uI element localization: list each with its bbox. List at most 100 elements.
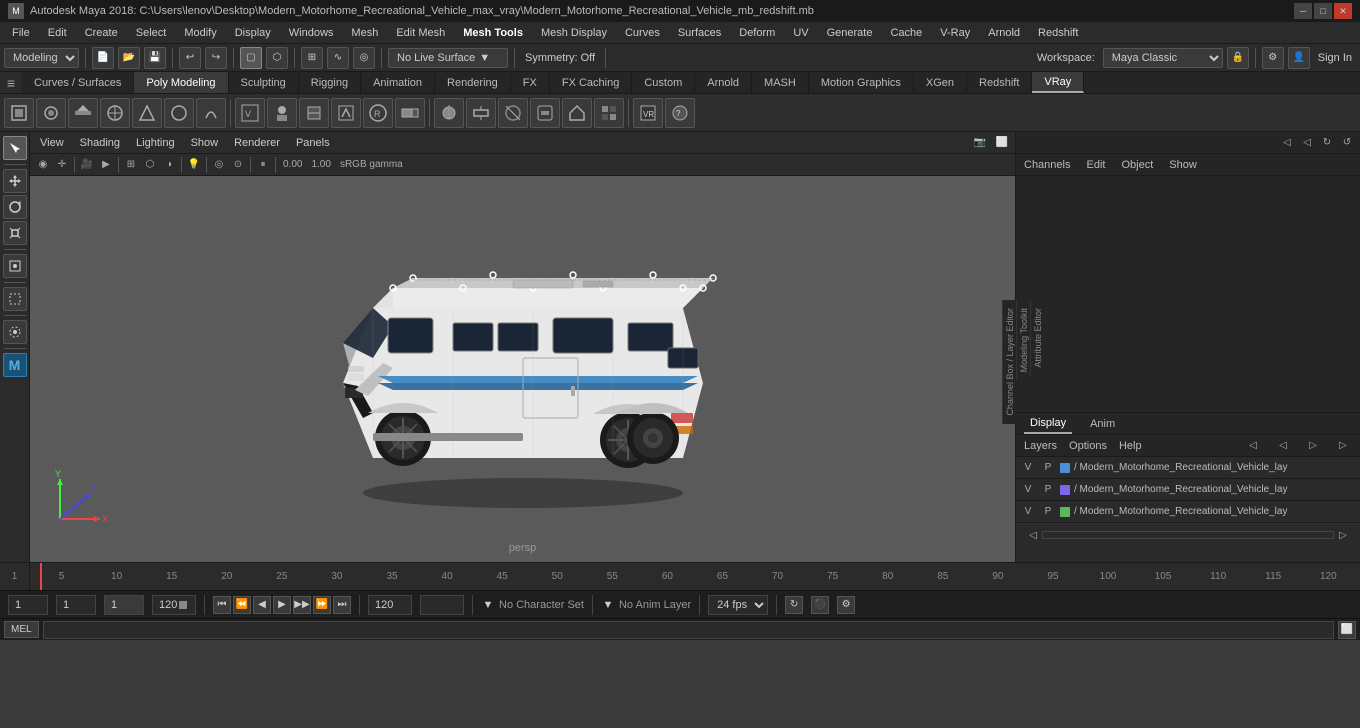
tab-curves-surfaces[interactable]: Curves / Surfaces [22,72,134,93]
menu-modify[interactable]: Modify [176,25,224,41]
menu-mesh[interactable]: Mesh [343,25,386,41]
layers-nav-prev2[interactable]: ◁ [1274,437,1292,455]
tab-vray[interactable]: VRay [1032,72,1084,93]
tab-rigging[interactable]: Rigging [299,72,361,93]
tab-fx[interactable]: FX [511,72,550,93]
tab-animation[interactable]: Animation [361,72,435,93]
menu-redshift[interactable]: Redshift [1030,25,1086,41]
layer-3-pickable[interactable]: P [1040,506,1056,517]
playback-play[interactable]: ▶ [273,596,291,614]
vp-grid-icon[interactable]: ⊞ [122,156,140,174]
vray-icon-3[interactable] [68,98,98,128]
vray-icon-15[interactable] [466,98,496,128]
viewport-content[interactable]: X Y Z persp [30,176,1015,562]
menu-file[interactable]: File [4,25,38,41]
playback-go-to-start[interactable]: ⏮ [213,596,231,614]
panel-icon-4[interactable]: ↺ [1338,134,1356,152]
window-controls[interactable]: ─ □ ✕ [1294,3,1352,19]
select-tool[interactable] [3,136,27,160]
menu-generate[interactable]: Generate [819,25,881,41]
menu-vray[interactable]: V-Ray [932,25,978,41]
vray-icon-16[interactable] [498,98,528,128]
menu-deform[interactable]: Deform [731,25,783,41]
timeline-playhead[interactable] [40,563,42,590]
layer-1-visibility[interactable]: V [1020,462,1036,473]
menu-mesh-display[interactable]: Mesh Display [533,25,615,41]
vray-icon-21[interactable]: ? [665,98,695,128]
vray-icon-8[interactable]: V [235,98,265,128]
live-surface-button[interactable]: No Live Surface ▼ [388,48,508,68]
viewport-menu-renderer[interactable]: Renderer [228,135,286,151]
layers-layers-menu[interactable]: Layers [1024,440,1057,452]
vp-shaded-icon[interactable]: ◑ [160,156,178,174]
select-button[interactable]: ▢ [240,47,262,69]
save-file-button[interactable]: 💾 [144,47,166,69]
soft-select-tool[interactable] [3,320,27,344]
maximize-button[interactable]: □ [1314,3,1332,19]
new-file-button[interactable]: 📄 [92,47,114,69]
mel-label[interactable]: MEL [4,621,39,638]
tab-sculpting[interactable]: Sculpting [229,72,299,93]
menu-edit-mesh[interactable]: Edit Mesh [388,25,453,41]
vray-icon-13[interactable] [395,98,425,128]
lasso-select-tool[interactable] [3,287,27,311]
menu-arnold[interactable]: Arnold [980,25,1028,41]
vray-icon-5[interactable] [132,98,162,128]
tab-mash[interactable]: MASH [752,72,809,93]
sign-in-button[interactable]: 👤 [1288,47,1310,69]
status-frame-field2[interactable]: 1 [56,595,96,615]
sign-in-label[interactable]: Sign In [1314,52,1356,64]
playback-prev[interactable]: ◀ [253,596,271,614]
layer-3-visibility[interactable]: V [1020,506,1036,517]
status-play-end[interactable]: 120 [368,595,412,615]
workspace-dropdown[interactable]: Modeling [4,48,79,68]
layers-scroll-right[interactable]: ▷ [1334,526,1352,544]
layers-nav-next2[interactable]: ▷ [1334,437,1352,455]
vray-icon-20[interactable]: VR [633,98,663,128]
vray-icon-4[interactable] [100,98,130,128]
menu-display[interactable]: Display [227,25,279,41]
vray-icon-7[interactable] [196,98,226,128]
vp-pause-icon[interactable]: ⏸ [254,156,272,174]
vray-icon-12[interactable]: R [363,98,393,128]
vp-xray-icon[interactable]: ⊙ [229,156,247,174]
layers-options-menu[interactable]: Options [1069,440,1107,452]
vp-move-icon[interactable]: ✛ [53,156,71,174]
panel-icon-1[interactable]: ◁ [1278,134,1296,152]
layers-nav-next[interactable]: ▷ [1304,437,1322,455]
workspace-select[interactable]: Maya Classic [1103,48,1223,68]
menu-curves[interactable]: Curves [617,25,668,41]
menu-surfaces[interactable]: Surfaces [670,25,729,41]
channel-box-show-tab[interactable]: Show [1169,159,1197,171]
open-file-button[interactable]: 📂 [118,47,140,69]
minimize-button[interactable]: ─ [1294,3,1312,19]
vray-icon-19[interactable] [594,98,624,128]
menu-create[interactable]: Create [77,25,126,41]
vray-icon-9[interactable] [267,98,297,128]
layers-display-tab[interactable]: Display [1024,414,1072,434]
vp-playback-icon[interactable]: ▶ [97,156,115,174]
viewport-fullscreen-icon[interactable]: ⬜ [993,134,1011,152]
viewport-camera-icon[interactable]: 📷 [971,134,989,152]
menu-mesh-tools[interactable]: Mesh Tools [455,25,531,41]
vray-icon-1[interactable] [4,98,34,128]
lasso-button[interactable]: ⬡ [266,47,288,69]
tab-poly-modeling[interactable]: Poly Modeling [134,72,228,93]
layer-2-visibility[interactable]: V [1020,484,1036,495]
close-button[interactable]: ✕ [1334,3,1352,19]
render-settings-button[interactable]: ⚙ [1262,47,1284,69]
menu-select[interactable]: Select [128,25,175,41]
layer-1-pickable[interactable]: P [1040,462,1056,473]
viewport-menu-show[interactable]: Show [185,135,225,151]
layer-row-1[interactable]: V P / Modern_Motorhome_Recreational_Vehi… [1016,457,1360,479]
playback-go-to-end[interactable]: ⏭ [333,596,351,614]
snap-curve-button[interactable]: ∿ [327,47,349,69]
status-range-max[interactable] [420,595,464,615]
vp-isolate-icon[interactable]: ◎ [210,156,228,174]
tab-custom[interactable]: Custom [632,72,695,93]
fps-dropdown[interactable]: 24 fps [708,595,768,615]
panel-icon-3[interactable]: ↻ [1318,134,1336,152]
layers-scroll-left[interactable]: ◁ [1024,526,1042,544]
tab-rendering[interactable]: Rendering [435,72,511,93]
vp-light-icon[interactable]: 💡 [185,156,203,174]
